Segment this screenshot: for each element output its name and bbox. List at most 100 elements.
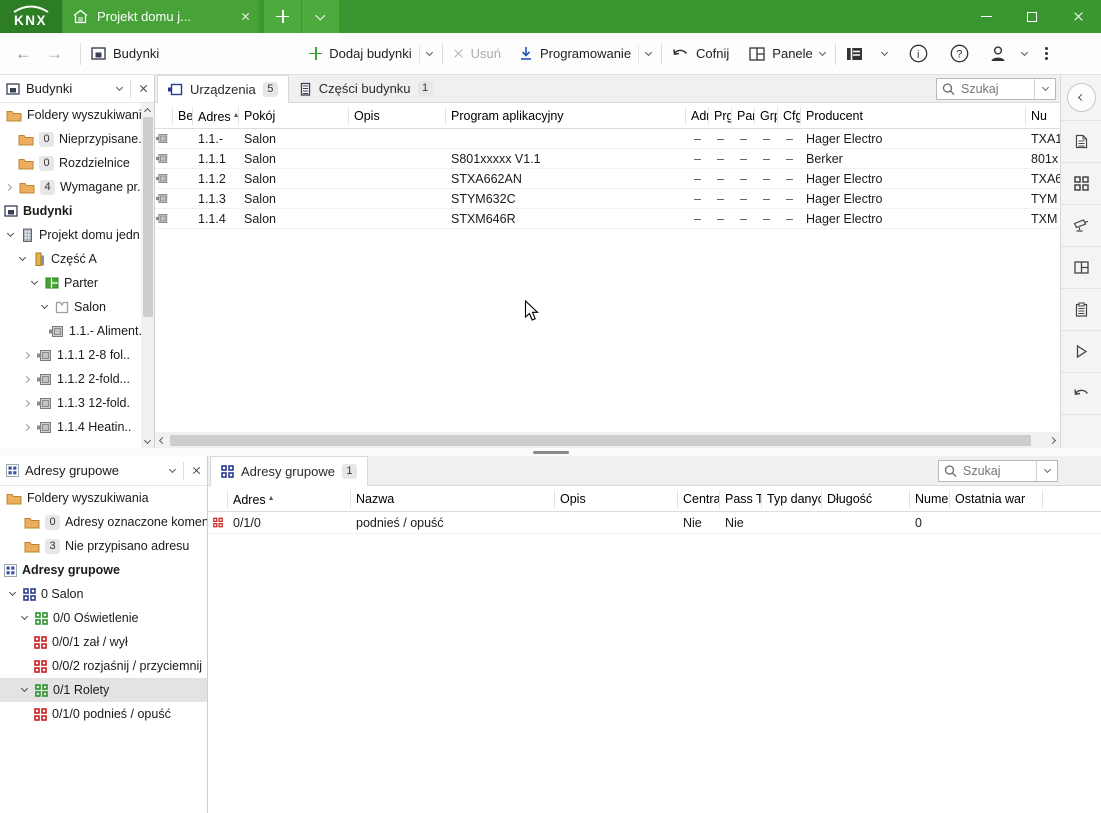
tree-item-distribution-boards[interactable]: 0 Rozdzielnice — [0, 151, 141, 175]
ga-search[interactable] — [938, 460, 1058, 482]
device-row[interactable]: 1.1.4 Salon STXM646R – – – – – Hager Ele… — [155, 209, 1060, 229]
tree-item-building-part[interactable]: Część A — [0, 247, 141, 271]
new-tab-button[interactable] — [264, 0, 301, 33]
tree-item-middle-group-selected[interactable]: 0/1 Rolety — [0, 678, 207, 702]
tree-item-device[interactable]: 1.1.1 2-8 fol.. — [0, 343, 141, 367]
tree-item-commented-addresses[interactable]: 0 Adresy oznaczone komen... — [0, 510, 207, 534]
tab-group-addresses[interactable]: Adresy grupowe 1 — [210, 456, 368, 486]
scrollbar-thumb[interactable] — [170, 434, 1031, 446]
splitter-grip[interactable] — [532, 450, 569, 454]
column-header-ostatnia-wartosc[interactable]: Ostatnia war — [950, 489, 1043, 508]
panels-button[interactable]: Panele — [749, 46, 826, 61]
column-header-prg-flag[interactable]: Prg — [709, 106, 732, 125]
monitor-panel-button[interactable] — [1060, 205, 1101, 247]
minimize-button[interactable] — [963, 0, 1009, 33]
search-input[interactable] — [961, 464, 1036, 478]
tree-item-main-group[interactable]: 0 Salon — [0, 582, 207, 606]
column-header-be[interactable]: Be — [173, 106, 193, 125]
tree-item-required-work[interactable]: 4 Wymagane pr.. — [0, 175, 141, 199]
tree-item-device[interactable]: 1.1.- Aliment. — [0, 319, 141, 343]
tree-item-group-address[interactable]: 0/0/1 zał / wył — [0, 630, 207, 654]
tree-item-device[interactable]: 1.1.4 Heatin.. — [0, 415, 141, 439]
delete-button[interactable]: Usuń — [453, 46, 501, 61]
column-header-adres[interactable]: Adres ▲ — [193, 106, 239, 125]
chevron-down-icon[interactable] — [16, 253, 28, 262]
info-button[interactable]: i — [909, 44, 928, 63]
device-row[interactable]: 1.1.2 Salon STXA662AN – – – – – Hager El… — [155, 169, 1060, 189]
chevron-down-icon[interactable] — [6, 588, 18, 597]
column-header-par-flag[interactable]: Par — [732, 106, 755, 125]
horizontal-splitter[interactable] — [0, 448, 1101, 456]
tree-item-device[interactable]: 1.1.3 12-fold. — [0, 391, 141, 415]
tree-item-ga-root[interactable]: Adresy grupowe — [0, 558, 207, 582]
search-input[interactable] — [959, 82, 1034, 96]
column-header-typ-danych[interactable]: Typ danyc — [762, 489, 822, 508]
tab-building-parts[interactable]: Części budynku 1 — [289, 75, 443, 102]
column-header-adres[interactable]: Adres ▲ — [228, 489, 351, 508]
programming-button[interactable]: Programowanie — [519, 46, 631, 61]
view-selector[interactable]: Budynki — [91, 46, 159, 61]
scroll-up-icon[interactable] — [141, 103, 154, 116]
collapse-sidebar-button[interactable] — [1060, 75, 1101, 121]
undo-button[interactable]: Cofnij — [672, 46, 729, 61]
tree-item-unassigned[interactable]: 0 Nieprzypisane.. — [0, 127, 141, 151]
user-button[interactable] — [989, 45, 1028, 62]
chevron-down-icon[interactable] — [38, 301, 50, 310]
add-dropdown-icon[interactable] — [425, 48, 433, 56]
column-header-dlugosc[interactable]: Długość — [822, 489, 910, 508]
tab-list-button[interactable] — [302, 0, 339, 33]
column-header-nazwa[interactable]: Nazwa — [351, 489, 555, 508]
more-menu-button[interactable] — [1044, 52, 1048, 55]
column-header-opis[interactable]: Opis — [349, 106, 446, 125]
back-button[interactable]: ← — [8, 44, 39, 64]
column-header-pass-through[interactable]: Pass T — [720, 489, 762, 508]
device-row[interactable]: 1.1.1 Salon S801xxxxx V1.1 – – – – – Ber… — [155, 149, 1060, 169]
panel-dropdown-icon[interactable] — [168, 465, 177, 473]
chevron-right-icon[interactable] — [2, 183, 14, 191]
tree-item-middle-group[interactable]: 0/0 Oświetlenie — [0, 606, 207, 630]
devices-search[interactable] — [936, 78, 1056, 100]
chevron-down-icon[interactable] — [4, 229, 16, 238]
chevron-right-icon[interactable] — [20, 351, 32, 359]
device-row[interactable]: 1.1.- Salon – – – – – Hager Electro TXA1 — [155, 129, 1060, 149]
scroll-left-icon[interactable] — [155, 436, 170, 444]
tree-vertical-scrollbar[interactable] — [141, 103, 154, 448]
chevron-right-icon[interactable] — [20, 375, 32, 383]
column-header-cfg-flag[interactable]: Cfg — [778, 106, 801, 125]
ga-row[interactable]: 0/1/0 podnieś / opuść Nie Nie 0 — [208, 512, 1101, 534]
devices-horizontal-scrollbar[interactable] — [155, 432, 1060, 448]
programming-dropdown-icon[interactable] — [645, 48, 653, 56]
tree-item-buildings-root[interactable]: Budynki — [0, 199, 141, 223]
chevron-down-icon[interactable] — [18, 684, 30, 693]
close-button[interactable] — [1055, 0, 1101, 33]
column-header-opis[interactable]: Opis — [555, 489, 678, 508]
run-panel-button[interactable] — [1060, 331, 1101, 373]
column-header-numer[interactable]: Nu — [1026, 107, 1060, 125]
tree-item-room[interactable]: Salon — [0, 295, 141, 319]
column-header-centralna[interactable]: Centra — [678, 489, 720, 508]
tree-item-group-address[interactable]: 0/0/2 rozjaśnij / przyciemnij — [0, 654, 207, 678]
maximize-button[interactable] — [1009, 0, 1055, 33]
column-header-producent[interactable]: Producent — [801, 106, 1026, 125]
add-buildings-button[interactable]: Dodaj budynki — [309, 46, 412, 61]
tab-devices[interactable]: Urządzenia 5 — [157, 75, 289, 103]
tree-item-group-address[interactable]: 0/1/0 podnieś / opuść — [0, 702, 207, 726]
project-tab[interactable]: Projekt domu j... — [63, 0, 259, 33]
history-panel-button[interactable] — [1060, 373, 1101, 415]
chevron-right-icon[interactable] — [20, 423, 32, 431]
pending-operations-button[interactable] — [1060, 289, 1101, 331]
tree-item-device[interactable]: 1.1.2 2-fold... — [0, 367, 141, 391]
scroll-down-icon[interactable] — [141, 435, 154, 448]
chevron-down-icon[interactable] — [18, 612, 30, 621]
column-header-program[interactable]: Program aplikacyjny — [446, 106, 686, 125]
tree-item-floor[interactable]: Parter — [0, 271, 141, 295]
column-header-numer[interactable]: Nume — [910, 489, 950, 508]
document-panel-button[interactable] — [1060, 121, 1101, 163]
tree-item-project[interactable]: Projekt domu jedn. — [0, 223, 141, 247]
column-header-adr-flag[interactable]: Adr — [686, 106, 709, 125]
tree-item-unassigned-addresses[interactable]: 3 Nie przypisano adresu — [0, 534, 207, 558]
close-panel-icon[interactable] — [192, 466, 201, 475]
forward-button[interactable]: → — [39, 44, 70, 64]
panel-dropdown-icon[interactable] — [115, 83, 124, 91]
scroll-right-icon[interactable] — [1045, 436, 1060, 444]
